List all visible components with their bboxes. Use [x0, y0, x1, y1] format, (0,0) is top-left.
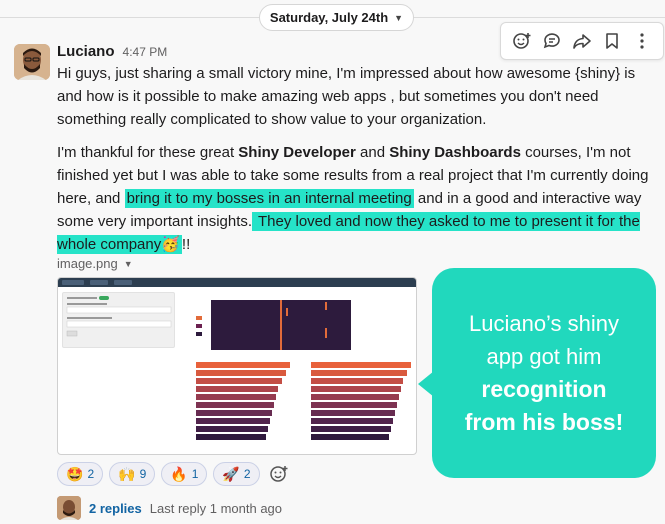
- chevron-down-icon: ▼: [394, 12, 404, 23]
- callout-line-4: from his boss!: [432, 406, 656, 439]
- highlighted-text: bring it to my bosses in an internal mee…: [124, 189, 414, 208]
- add-reaction-button[interactable]: [266, 462, 292, 486]
- author-name[interactable]: Luciano: [57, 43, 115, 60]
- last-reply-time: Last reply 1 month ago: [149, 500, 283, 516]
- message-timestamp[interactable]: 4:47 PM: [123, 45, 168, 59]
- date-divider-button[interactable]: Saturday, July 24th ▼: [259, 4, 414, 31]
- reaction-fire[interactable]: 🔥 1: [161, 462, 208, 486]
- callout-line-1: Luciano’s shiny: [468, 311, 620, 336]
- reply-count-link[interactable]: 2 replies: [89, 501, 142, 516]
- text-segment: I'm thankful for these great: [57, 144, 239, 161]
- callout-bold-text: recognition: [481, 376, 607, 402]
- reaction-count: 2: [87, 467, 95, 481]
- raised-hands-emoji: 🙌: [118, 465, 136, 482]
- message-paragraph-2: I'm thankful for these great Shiny Devel…: [57, 141, 657, 256]
- callout-bold-text: from his boss!: [464, 409, 624, 435]
- rocket-emoji: 🚀: [222, 465, 240, 482]
- preview-navbar: [58, 278, 416, 287]
- text-segment: and: [355, 144, 390, 161]
- preview-dashboard-charts: [196, 300, 411, 440]
- preview-sidebar: [62, 292, 175, 348]
- reaction-count: 2: [243, 467, 251, 481]
- reaction-star-struck[interactable]: 🤩 2: [57, 462, 104, 486]
- fire-emoji: 🔥: [170, 465, 188, 482]
- text-segment: !!: [181, 236, 191, 253]
- message-body: Luciano 4:47 PM Hi guys, just sharing a …: [57, 43, 657, 256]
- reaction-rocket[interactable]: 🚀 2: [213, 462, 260, 486]
- attachment-filename: image.png: [57, 256, 118, 271]
- chevron-down-icon: ▼: [123, 258, 133, 269]
- author-avatar[interactable]: [14, 44, 50, 80]
- callout-line-3: recognition: [432, 373, 656, 406]
- add-reaction-icon: [269, 466, 287, 482]
- callout-speech-bubble: Luciano’s shiny app got him recognition …: [432, 268, 656, 478]
- partying-face-emoji: 🥳: [161, 236, 180, 253]
- reaction-count: 1: [191, 467, 199, 481]
- reply-avatar: [57, 496, 81, 520]
- reactions-bar: 🤩 2 🙌 9 🔥 1 🚀 2: [57, 462, 292, 486]
- star-struck-emoji: 🤩: [66, 465, 84, 482]
- thread-summary[interactable]: 2 replies Last reply 1 month ago: [57, 496, 282, 520]
- attached-image-preview[interactable]: [57, 277, 417, 455]
- date-label: Saturday, July 24th: [269, 10, 389, 25]
- callout-line-2: app got him: [486, 344, 602, 369]
- reaction-raised-hands[interactable]: 🙌 9: [109, 462, 156, 486]
- attachment-label[interactable]: image.png ▼: [57, 256, 133, 271]
- message-paragraph-1: Hi guys, just sharing a small victory mi…: [57, 65, 636, 128]
- bold-course-name: Shiny Developer: [238, 144, 356, 161]
- reaction-count: 9: [139, 467, 147, 481]
- bold-course-name: Shiny Dashboards: [389, 144, 521, 161]
